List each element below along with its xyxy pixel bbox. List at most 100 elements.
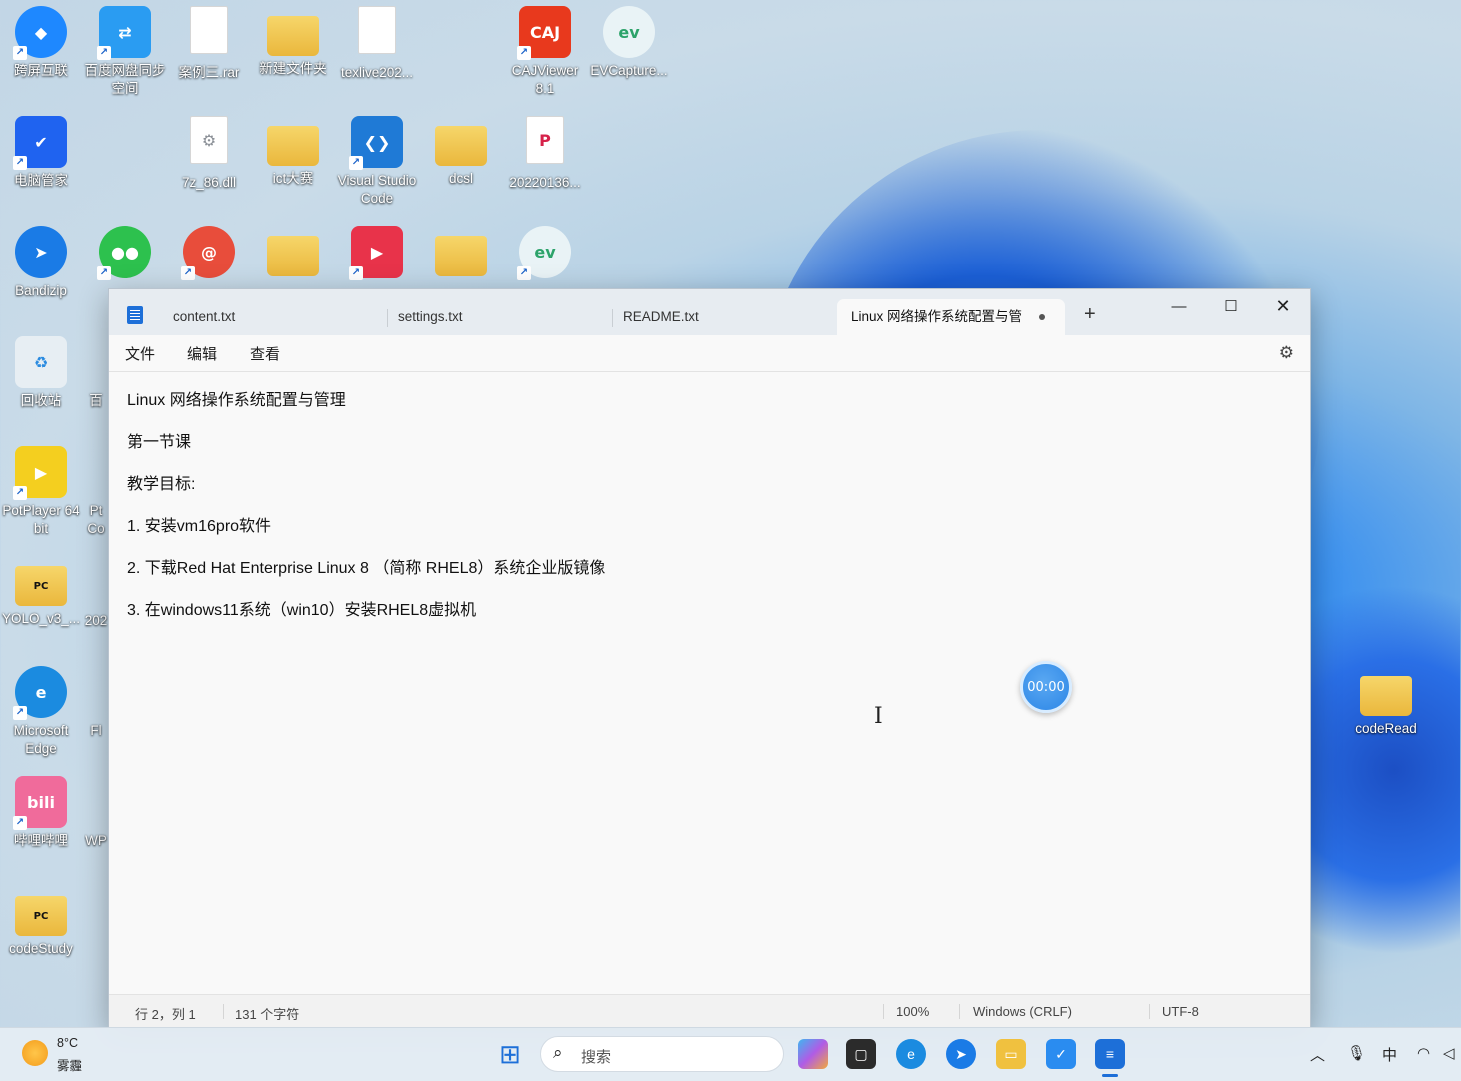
evcapture-icon: ev ↗ (517, 226, 571, 280)
desktop-icon-dcsl-folder[interactable]: dcsl (420, 112, 502, 188)
new-tab-button[interactable]: + (1084, 303, 1096, 326)
desktop-icon-app-red[interactable]: @ ↗ (168, 222, 250, 280)
encoding[interactable]: UTF-8 (1162, 1004, 1199, 1019)
start-button[interactable]: ⊞ (495, 1039, 525, 1069)
recycle-bin-icon: ♻ (15, 336, 67, 388)
desktop-icon-video-app[interactable]: ▶ ↗ (336, 222, 418, 280)
status-divider (959, 1004, 960, 1019)
wifi-icon[interactable]: ◠ (1417, 1044, 1430, 1062)
folder-icon (267, 16, 319, 56)
desktop-icon-7z-dll[interactable]: ⚙ 7z_86.dll (168, 112, 250, 192)
file-icon (358, 6, 396, 54)
unsaved-dot-icon[interactable] (1039, 314, 1045, 320)
menu-edit[interactable]: 编辑 (187, 343, 217, 364)
taskbar: 8°C 雾霾 ⊞ ⌕ 搜索 ▢ e ➤ ▭ ✓ ≡ ︿ 🎙 中 ◠ ◁ (0, 1027, 1461, 1081)
status-divider (883, 1004, 884, 1019)
task-view-icon[interactable]: ▢ (846, 1039, 876, 1069)
desktop-icon-edge[interactable]: e ↗ Microsoft Edge (0, 662, 82, 758)
tab-label: README.txt (623, 309, 699, 324)
evcapture-icon: ev (603, 6, 655, 58)
edge-taskbar-icon[interactable]: e (896, 1039, 926, 1069)
folder-icon (435, 126, 487, 166)
desktop-icon-vscode[interactable]: ❮❯ ↗ Visual Studio Code (336, 112, 418, 208)
weather-desc[interactable]: 雾霾 (57, 1055, 82, 1074)
status-divider (1149, 1004, 1150, 1019)
desktop-icon-folder-partial[interactable] (252, 222, 334, 276)
cursor-position: 行 2，列 1 (135, 1007, 196, 1022)
desktop-icon-evcapture[interactable]: ev EVCapture... (588, 2, 670, 80)
bilibili-icon: bili ↗ (13, 776, 67, 830)
desktop-icon-cajviewer[interactable]: CAJ ↗ CAJViewer 8.1 (504, 2, 586, 98)
close-button[interactable]: ✕ (1257, 289, 1309, 323)
bandizip-taskbar-icon[interactable]: ➤ (946, 1039, 976, 1069)
desktop-icon-new-folder[interactable]: 新建文件夹 (252, 2, 334, 78)
desktop-icon-potplayer[interactable]: ▶ ↗ PotPlayer 64 bit (0, 442, 82, 538)
desktop-icon-kuaping[interactable]: ◆ ↗ 跨屏互联 (0, 2, 82, 80)
app-swirl-icon: @ ↗ (181, 226, 235, 280)
microphone-icon[interactable]: 🎙 (1347, 1044, 1366, 1062)
volume-icon[interactable]: ◁ (1443, 1044, 1455, 1062)
tab-settings-txt[interactable]: settings.txt (384, 299, 610, 335)
search-box[interactable]: ⌕ 搜索 (540, 1036, 784, 1072)
rar-file-icon (190, 6, 228, 54)
desktop-icon-partial-3[interactable]: 202 (84, 552, 108, 630)
desktop-icon-texlive[interactable]: texlive202... (336, 2, 418, 82)
tab-readme-txt[interactable]: README.txt (609, 299, 835, 335)
tab-linux-notes[interactable]: Linux 网络操作系统配置与管 (837, 299, 1065, 335)
bandizip-icon: ➤ (15, 226, 67, 278)
folder-icon (267, 236, 319, 276)
potplayer-icon: ▶ ↗ (13, 446, 67, 500)
desktop-icon-bilibili[interactable]: bili ↗ 哔哩哔哩 (0, 772, 82, 850)
pycharm-folder-icon: PC (15, 566, 67, 606)
desktop-icon-evcapture-2[interactable]: ev ↗ (504, 222, 586, 280)
maximize-button[interactable]: ☐ (1205, 289, 1257, 323)
feishu-icon[interactable]: ✓ (1046, 1039, 1076, 1069)
tab-label: content.txt (173, 309, 236, 324)
content-line: 3. 在windows11系统（win10）安装RHEL8虚拟机 (127, 602, 477, 619)
recording-timer[interactable]: 00:00 (1020, 661, 1072, 713)
chevron-up-icon[interactable]: ︿ (1310, 1044, 1325, 1065)
minimize-button[interactable]: — (1153, 289, 1205, 323)
menu-file[interactable]: 文件 (125, 343, 155, 364)
desktop-icon-partial-5[interactable]: WP (84, 772, 108, 850)
wechat-icon: ●● ↗ (97, 226, 151, 280)
desktop-icon-partial-2[interactable]: Pt Co (84, 442, 108, 538)
settings-gear-icon[interactable]: ⚙ (1279, 343, 1294, 363)
kuaping-icon: ◆ ↗ (13, 6, 67, 60)
tab-content-txt[interactable]: content.txt (159, 299, 385, 335)
desktop-icon-wechat[interactable]: ●● ↗ (84, 222, 166, 280)
desktop-icon-recycle-bin[interactable]: ♻ 回收站 (0, 332, 82, 410)
content-line: Linux 网络操作系统配置与管理 (127, 392, 346, 409)
zoom-level[interactable]: 100% (896, 1004, 929, 1019)
weather-sun-icon[interactable] (22, 1040, 48, 1066)
status-bar: 行 2，列 1 131 个字符 100% Windows (CRLF) UTF-… (109, 994, 1310, 1027)
file-explorer-icon[interactable]: ▭ (996, 1039, 1026, 1069)
content-line: 1. 安装vm16pro软件 (127, 518, 272, 535)
text-editor[interactable]: Linux 网络操作系统配置与管理 第一节课 教学目标: 1. 安装vm16pr… (109, 372, 1310, 995)
search-icon: ⌕ (553, 1043, 563, 1062)
status-divider (223, 1004, 224, 1019)
line-ending[interactable]: Windows (CRLF) (973, 1004, 1072, 1019)
notepad-taskbar-icon[interactable]: ≡ (1095, 1039, 1125, 1069)
menu-view[interactable]: 查看 (250, 343, 280, 364)
folder-icon (435, 236, 487, 276)
ime-indicator[interactable]: 中 (1382, 1044, 1397, 1065)
desktop-icon-pdf[interactable]: P 20220136... (504, 112, 586, 192)
desktop-icon-yolo-folder[interactable]: PC YOLO_v3_... (0, 552, 82, 628)
desktop-icon-folder-ppt[interactable] (420, 222, 502, 276)
char-count: 131 个字符 (235, 1007, 300, 1022)
desktop-icon-partial-4[interactable]: Fl (84, 662, 108, 740)
desktop-icon-codestudy-folder[interactable]: PC codeStudy (0, 882, 82, 958)
desktop-icon-bandizip[interactable]: ➤ Bandizip (0, 222, 82, 300)
desktop-icon-case-rar[interactable]: 案例三.rar (168, 2, 250, 82)
desktop-icon-ict-folder[interactable]: ict大赛 (252, 112, 334, 188)
copilot-icon[interactable] (798, 1039, 828, 1069)
desktop-icon-coderead-folder[interactable]: codeRead (1345, 662, 1427, 738)
desktop-icon-partial-1[interactable]: 百 (84, 332, 108, 410)
content-line: 第一节课 (127, 434, 192, 451)
weather-temp[interactable]: 8°C (57, 1036, 78, 1050)
desktop-icon-baidu-sync[interactable]: ⇄ ↗ 百度网盘同步空间 (84, 2, 166, 98)
search-placeholder: 搜索 (581, 1049, 612, 1066)
video-play-icon: ▶ ↗ (349, 226, 403, 280)
desktop-icon-pc-manager[interactable]: ✔ ↗ 电脑管家 (0, 112, 82, 190)
